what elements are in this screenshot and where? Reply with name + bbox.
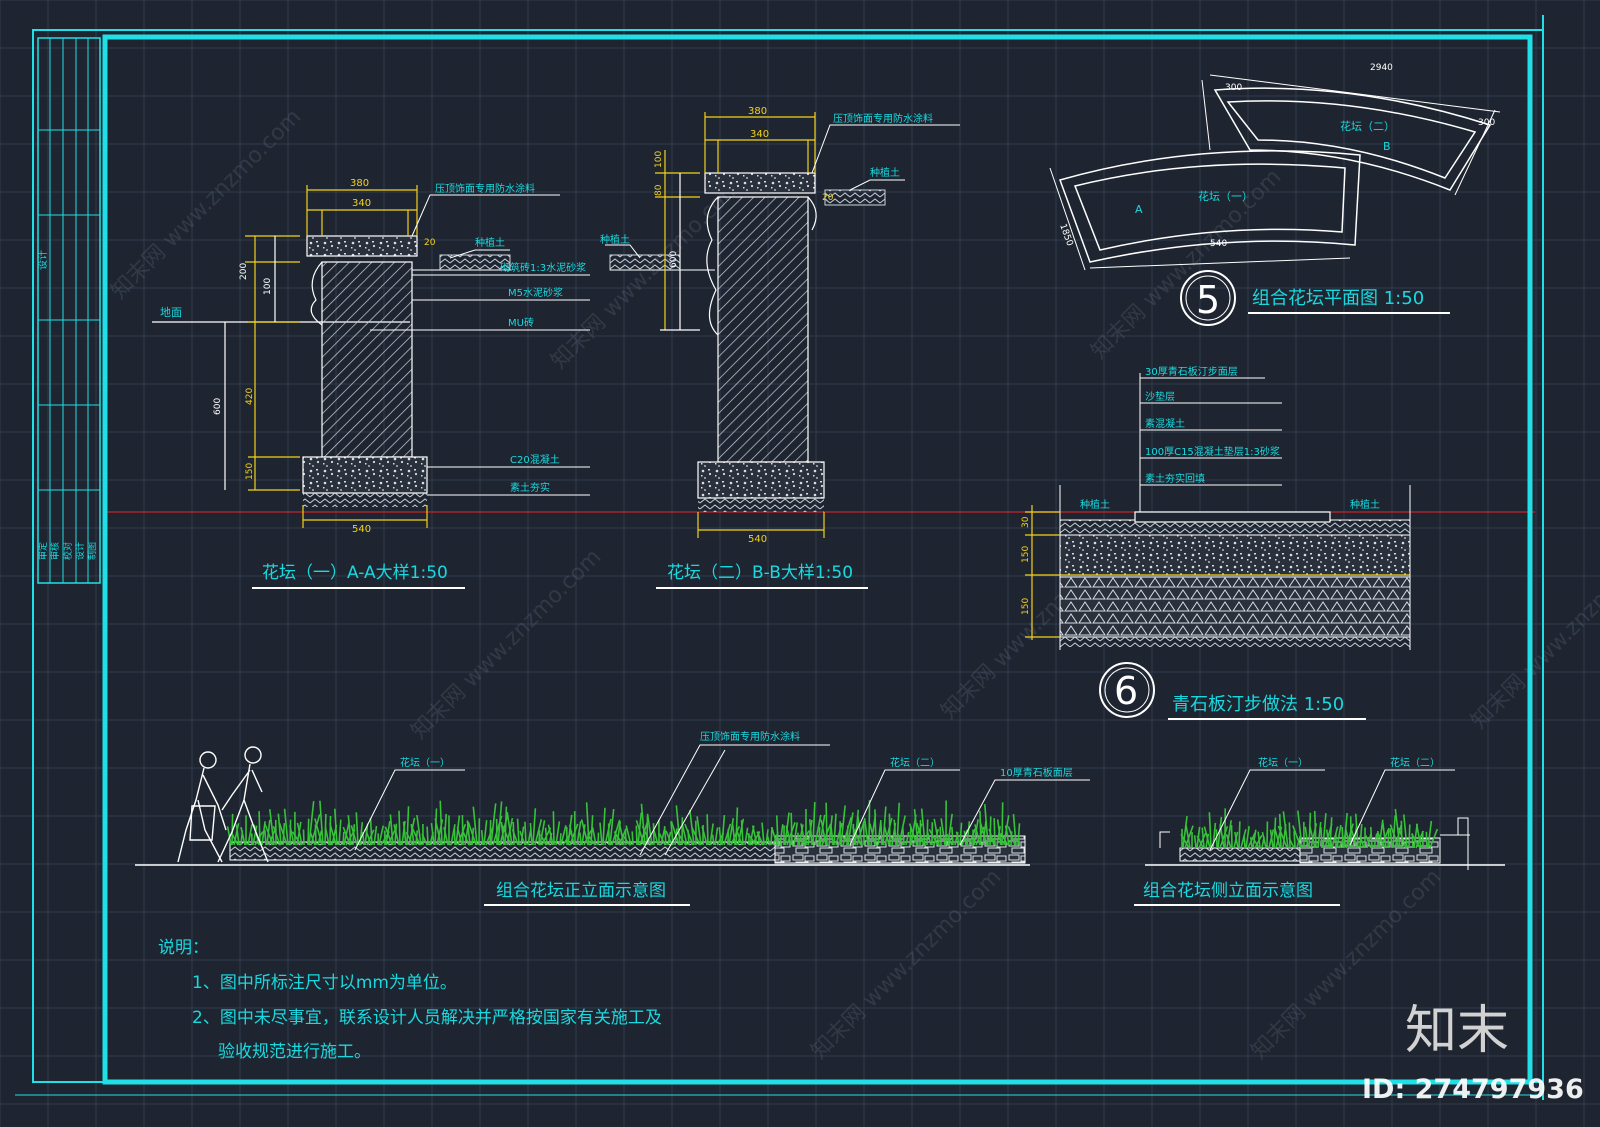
title-block-signature-label: 制图 bbox=[86, 542, 98, 560]
side-callout: 花坛（二） bbox=[1390, 756, 1440, 769]
front-callout: 花坛（一） bbox=[400, 756, 450, 769]
watermark-text: 知末网 www.znzmo.com bbox=[807, 864, 1007, 1064]
plan-label: 花坛（一） bbox=[1198, 190, 1253, 203]
side-callout: 花坛（一） bbox=[1258, 756, 1308, 769]
ground-label: 地面 bbox=[160, 306, 182, 319]
paving-side-label: 种植土 bbox=[1080, 498, 1110, 511]
notes-heading: 说明： bbox=[158, 938, 209, 958]
title-block-signatures: 审定 审核 校对 设计 制图 bbox=[37, 542, 98, 560]
callout: 压顶饰面专用防水涂料 bbox=[435, 182, 535, 195]
dim-label: 420 bbox=[245, 388, 255, 405]
plan-label: 花坛（二） bbox=[1340, 120, 1395, 133]
side-elevation-title: 组合花坛侧立面示意图 bbox=[1143, 881, 1313, 901]
plan-number: 5 bbox=[1196, 278, 1220, 322]
paving-side-label: 种植土 bbox=[1350, 498, 1380, 511]
watermark-text: 知末网 www.znzmo.com bbox=[547, 174, 747, 374]
title-block-signature-label: 校对 bbox=[62, 542, 74, 560]
plan-label: A bbox=[1135, 203, 1143, 216]
notes-line: 2、图中未尽事宜，联系设计人员解决并严格按国家有关施工及 bbox=[192, 1008, 662, 1028]
callout: 砌筑砖1:3水泥砂浆 bbox=[500, 261, 586, 274]
callout: 素土夯实 bbox=[510, 481, 550, 494]
paving-dim: 150 bbox=[1021, 598, 1031, 615]
callout: MU砖 bbox=[508, 316, 534, 329]
dim-label: 600 bbox=[213, 398, 223, 415]
plant-tuft bbox=[307, 801, 321, 846]
title-block: 设计 审定 审核 校对 设计 制图 bbox=[36, 37, 101, 584]
plant-tuft bbox=[364, 817, 378, 846]
plant-tuft bbox=[240, 815, 253, 846]
paving-layer: 素土夯实回填 bbox=[1145, 472, 1205, 485]
section-b-title: 花坛（二）B-B大样1:50 bbox=[667, 563, 853, 583]
dim-label: 340 bbox=[750, 129, 769, 140]
plan-view: 花坛（一） 花坛（二） A B 300 1850 2940 540 300 5 … bbox=[1049, 63, 1501, 326]
front-callout: 花坛（二） bbox=[890, 756, 940, 769]
section-a-title: 花坛（一）A-A大样1:50 bbox=[262, 563, 448, 583]
cad-drawing-canvas: 知末网 www.znzmo.com 知末网 www.znzmo.com 知末网 … bbox=[0, 0, 1600, 1127]
dim-label: 540 bbox=[352, 524, 371, 535]
dim-label: 200 bbox=[239, 263, 249, 280]
znzmo-logo: 知末 ID: 274797936 bbox=[1362, 1001, 1584, 1105]
side-plants bbox=[1180, 808, 1439, 849]
notes-line: 验收规范进行施工。 bbox=[218, 1042, 371, 1062]
dim-label: 340 bbox=[352, 198, 371, 209]
paving-title: 青石板汀步做法 1:50 bbox=[1172, 694, 1344, 715]
plan-dim: 1850 bbox=[1057, 223, 1074, 248]
paving-number: 6 bbox=[1114, 669, 1138, 713]
dim-label: 600 bbox=[669, 251, 679, 268]
dim-label: 100 bbox=[654, 151, 664, 168]
plant-tuft bbox=[771, 815, 784, 846]
dim-label: 380 bbox=[350, 178, 369, 189]
plant-tuft bbox=[453, 815, 467, 846]
plan-label: B bbox=[1383, 140, 1391, 153]
callout: C20混凝土 bbox=[510, 453, 560, 466]
plant-tuft bbox=[329, 808, 342, 846]
title-block-signature-label: 设计 bbox=[74, 542, 86, 560]
plan-title: 组合花坛平面图 1:50 bbox=[1252, 288, 1424, 309]
plan-dim: 2940 bbox=[1370, 63, 1393, 73]
section-b-detail: 380 340 20 540 100 80 600 压顶饰面专用防水涂料 种植土… bbox=[600, 106, 960, 589]
watermark-text: 知末网 www.znzmo.com bbox=[107, 104, 307, 304]
callout: 压顶饰面专用防水涂料 bbox=[833, 112, 933, 125]
callout: M5水泥砂浆 bbox=[508, 286, 563, 299]
dim-label: 150 bbox=[245, 463, 255, 480]
paving-layer: 100厚C15混凝土垫层1:3砂浆 bbox=[1145, 445, 1280, 458]
title-block-signature-label: 审核 bbox=[49, 542, 61, 560]
plan-dim: 540 bbox=[1210, 239, 1227, 249]
paving-layer: 沙垫层 bbox=[1145, 390, 1175, 403]
logo-id: ID: 274797936 bbox=[1362, 1074, 1584, 1105]
dim-label: 100 bbox=[263, 278, 273, 295]
paving-layer: 素混凝土 bbox=[1145, 417, 1185, 430]
title-block-signature-label: 审定 bbox=[37, 542, 49, 560]
dim-label: 80 bbox=[654, 184, 664, 196]
callout: 种植土 bbox=[475, 236, 505, 249]
paving-dim: 150 bbox=[1021, 546, 1031, 563]
title-block-label: 设计 bbox=[36, 250, 49, 270]
plan-dim: 300 bbox=[1478, 118, 1495, 128]
paving-dim: 30 bbox=[1021, 516, 1031, 528]
dim-label: 20 bbox=[822, 193, 834, 203]
front-callout: 10厚青石板面层 bbox=[1000, 766, 1073, 779]
notes: 说明： 1、图中所标注尺寸以mm为单位。 2、图中未尽事宜，联系设计人员解决并严… bbox=[158, 938, 662, 1062]
plant-tuft bbox=[272, 813, 286, 846]
dim-label: 540 bbox=[748, 534, 767, 545]
callout: 种植土 bbox=[600, 233, 630, 246]
dim-label: 380 bbox=[748, 106, 767, 117]
notes-line: 1、图中所标注尺寸以mm为单位。 bbox=[192, 973, 457, 993]
front-elevation: 花坛（一） 压顶饰面专用防水涂料 花坛（二） 10厚青石板面层 组合花坛正立面示… bbox=[135, 730, 1090, 906]
dim-label: 20 bbox=[424, 238, 436, 248]
watermark-text: 知末网 www.znzmo.com bbox=[1467, 534, 1600, 734]
plan-dim: 300 bbox=[1225, 83, 1242, 93]
plant-tuft bbox=[434, 800, 448, 846]
front-elevation-title: 组合花坛正立面示意图 bbox=[496, 881, 666, 901]
paving-layer: 30厚青石板汀步面层 bbox=[1145, 365, 1238, 378]
callout: 种植土 bbox=[870, 166, 900, 179]
paving-detail: 30厚青石板汀步面层 沙垫层 素混凝土 100厚C15混凝土垫层1:3砂浆 素土… bbox=[1021, 365, 1411, 720]
front-callout: 压顶饰面专用防水涂料 bbox=[700, 730, 800, 743]
logo-text: 知末 bbox=[1405, 1001, 1509, 1061]
side-elevation: 花坛（一） 花坛（二） 组合花坛侧立面示意图 bbox=[1134, 756, 1505, 906]
